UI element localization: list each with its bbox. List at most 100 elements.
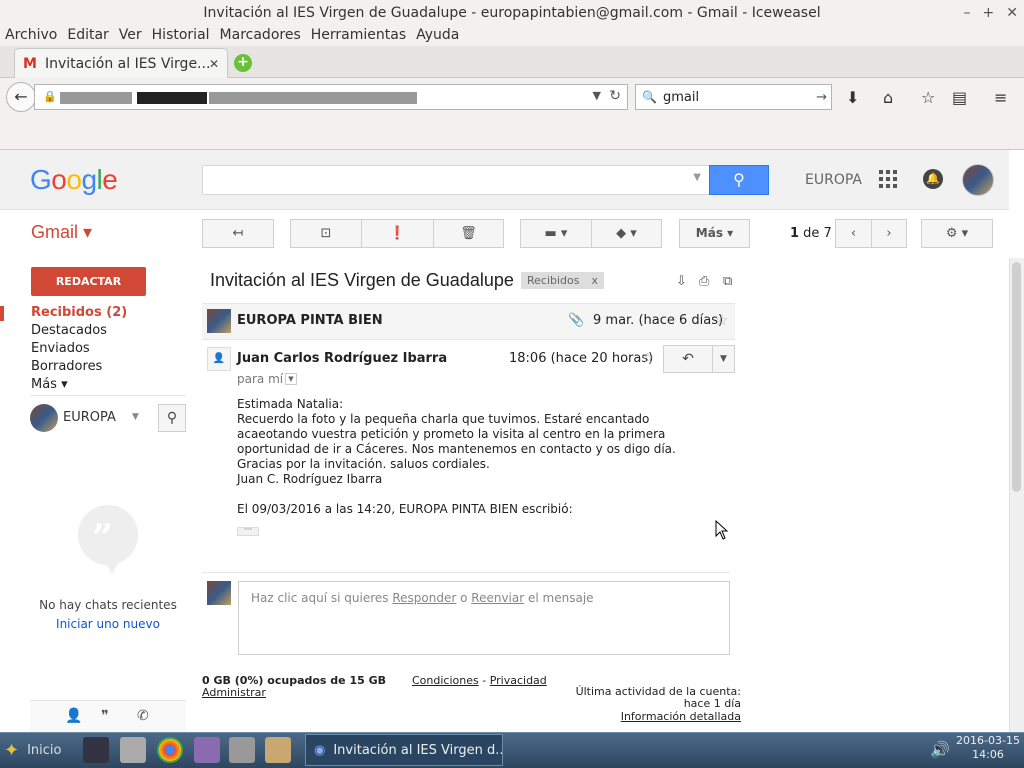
start-menu-button[interactable]: ✦ Inicio <box>4 736 62 764</box>
star-icon[interactable]: ☆ <box>715 311 728 329</box>
sidebar-item-starred[interactable]: Destacados <box>31 323 107 338</box>
notifications-bell-icon[interactable]: 🔔 <box>923 169 943 189</box>
google-logo[interactable]: Google <box>30 164 118 196</box>
tab-close-icon[interactable]: ✕ <box>209 57 219 71</box>
start-menu-icon: ✦ <box>4 739 20 761</box>
redacted-url-segment <box>137 92 207 104</box>
labels-button[interactable]: ◆ ▾ <box>591 219 662 248</box>
url-dropdown-icon[interactable]: ▼ <box>593 89 601 102</box>
inbox-label-chip[interactable]: Recibidos x <box>521 272 605 289</box>
sidebar-item-sent[interactable]: Enviados <box>31 341 90 356</box>
inbox-active-marker <box>0 306 4 321</box>
compose-button[interactable]: REDACTAR <box>31 267 146 296</box>
minimize-button[interactable]: – <box>964 5 971 21</box>
hangouts-avatar[interactable] <box>30 404 58 432</box>
remove-label-icon[interactable]: x <box>592 274 599 287</box>
sidebar-item-drafts[interactable]: Borradores <box>31 359 102 374</box>
menu-historial[interactable]: Historial <box>152 26 210 46</box>
print-icon[interactable]: ⎙ <box>699 274 709 289</box>
logo-letter: o <box>66 164 82 195</box>
terms-link[interactable]: Condiciones <box>412 674 479 687</box>
system-clock[interactable]: 2016-03-15 14:06 <box>955 734 1021 762</box>
contacts-person-icon[interactable]: 👤 <box>65 708 82 724</box>
reply-button[interactable]: ↶ <box>663 345 713 373</box>
newer-button[interactable]: ‹ <box>835 219 871 248</box>
user-launcher-icon[interactable] <box>265 737 291 763</box>
phone-icon[interactable]: ✆ <box>137 708 149 724</box>
new-window-icon[interactable]: ⧉ <box>723 274 732 289</box>
start-new-chat-link[interactable]: Iniciar uno nuevo <box>30 617 186 631</box>
archive-button[interactable]: ⊡ <box>290 219 361 248</box>
reload-icon[interactable]: ↻ <box>609 88 621 104</box>
browser-search-box[interactable]: 🔍 → <box>635 84 832 110</box>
app-launcher-icon[interactable] <box>194 737 220 763</box>
move-to-button[interactable]: ▬ ▾ <box>520 219 591 248</box>
file-manager-launcher-icon[interactable] <box>229 737 255 763</box>
menu-ver[interactable]: Ver <box>119 26 142 46</box>
report-spam-button[interactable]: ❗ <box>361 219 433 248</box>
bookmarks-menu-icon[interactable]: ▤ <box>952 88 967 107</box>
search-go-arrow-icon[interactable]: → <box>816 90 827 105</box>
new-tab-icon[interactable]: + <box>234 54 252 72</box>
older-button[interactable]: › <box>871 219 907 248</box>
manage-storage-link[interactable]: Administrar <box>202 686 266 699</box>
hangouts-divider <box>30 395 186 396</box>
activity-details-link[interactable]: Información detallada <box>555 710 741 723</box>
spam-icon: ❗ <box>389 226 406 241</box>
hangouts-name[interactable]: EUROPA <box>63 410 116 425</box>
reply-box[interactable]: Haz clic aquí si quieres Responder o Ree… <box>238 581 730 655</box>
chrome-launcher-icon[interactable] <box>157 737 183 763</box>
delete-button[interactable]: 🗑 <box>433 219 504 248</box>
search-icon: 🔍 <box>642 90 657 104</box>
message-more-button[interactable]: ▼ <box>712 345 735 373</box>
show-trimmed-content-button[interactable]: ··· <box>237 526 259 536</box>
page-total: de 7 <box>799 226 832 241</box>
privacy-link[interactable]: Privacidad <box>490 674 547 687</box>
printer-launcher-icon[interactable] <box>120 737 146 763</box>
scrollbar-thumb[interactable] <box>1012 262 1021 492</box>
url-bar[interactable]: 🔒 ▼ ↻ <box>34 84 628 110</box>
taskbar-window-iceweasel[interactable]: ◉ Invitación al IES Virgen d... <box>305 734 503 766</box>
sidebar-item-inbox[interactable]: Recibidos (2) <box>31 305 127 320</box>
account-name[interactable]: EUROPA <box>805 172 862 188</box>
menu-ayuda[interactable]: Ayuda <box>416 26 459 46</box>
browser-tab-gmail[interactable]: M Invitación al IES Virge... ✕ <box>14 48 228 78</box>
gmail-menu[interactable]: Gmail ▾ <box>31 222 92 243</box>
menu-archivo[interactable]: Archivo <box>5 26 57 46</box>
forward-link[interactable]: Reenviar <box>471 591 524 605</box>
bookmark-star-icon[interactable]: ☆ <box>921 88 935 107</box>
message-body: Estimada Natalia: Recuerdo la foto y la … <box>237 397 717 487</box>
reply-link[interactable]: Responder <box>392 591 456 605</box>
maximize-button[interactable]: + <box>983 5 995 21</box>
apps-grid-icon[interactable] <box>879 170 897 188</box>
more-actions-button[interactable]: Más ▾ <box>679 219 750 248</box>
star-icon[interactable]: ☆ <box>641 349 654 367</box>
hangouts-search-button[interactable]: ⚲ <box>158 404 186 432</box>
show-details-icon[interactable]: ▼ <box>285 373 297 385</box>
search-options-icon[interactable]: ▼ <box>693 172 701 183</box>
account-avatar[interactable] <box>962 164 994 196</box>
window-controls: – + ✕ <box>964 0 1018 26</box>
mail-search-input[interactable]: ▼ <box>202 165 710 195</box>
expand-all-icon[interactable]: ⇩ <box>676 274 687 289</box>
sender-avatar <box>207 309 231 333</box>
hangouts-dropdown-icon[interactable]: ▼ <box>132 412 139 422</box>
home-icon[interactable]: ⌂ <box>883 88 893 107</box>
sidebar-item-more[interactable]: Más ▾ <box>31 377 68 392</box>
terminal-launcher-icon[interactable] <box>83 737 109 763</box>
hamburger-menu-icon[interactable]: ≡ <box>994 88 1007 107</box>
close-window-button[interactable]: ✕ <box>1006 5 1018 21</box>
download-icon[interactable]: ⬇ <box>846 88 859 107</box>
volume-icon[interactable]: 🔊 <box>930 740 950 759</box>
terms-separator: - <box>478 674 490 687</box>
menu-marcadores[interactable]: Marcadores <box>220 26 301 46</box>
mail-search-button[interactable]: ⚲ <box>709 165 769 195</box>
page-current: 1 <box>790 226 800 241</box>
menu-editar[interactable]: Editar <box>67 26 108 46</box>
browser-search-input[interactable] <box>662 89 817 105</box>
hangouts-quote-icon[interactable]: ❞ <box>101 708 109 724</box>
settings-button[interactable]: ⚙ ▾ <box>921 219 993 248</box>
back-to-inbox-button[interactable]: ↤ <box>202 219 274 248</box>
back-arrow-icon[interactable]: ← <box>6 82 36 112</box>
menu-herramientas[interactable]: Herramientas <box>311 26 406 46</box>
